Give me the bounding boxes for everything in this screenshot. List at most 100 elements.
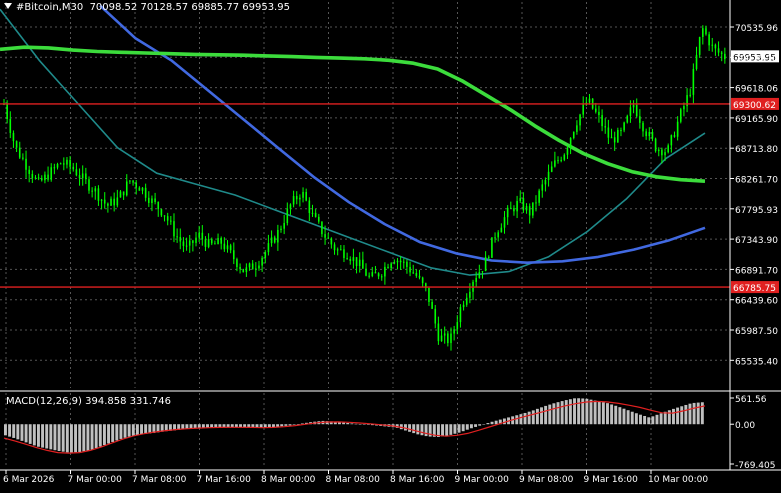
candle-body [18, 147, 21, 158]
macd-bar [593, 400, 597, 425]
chart-header[interactable]: #Bitcoin,M30 70098.52 70128.57 69885.77 … [4, 2, 290, 13]
candle-body [34, 177, 37, 179]
candle-body [289, 204, 292, 209]
macd-bar [573, 398, 576, 425]
macd-bar [98, 424, 102, 447]
candle-body [201, 232, 204, 240]
price-label: 68713.80 [735, 145, 778, 155]
macd-bar [618, 407, 622, 425]
candle-body [469, 291, 471, 298]
macd-bar [540, 407, 543, 425]
macd-bar [449, 424, 453, 435]
candle-body [673, 135, 676, 137]
macd-bar [135, 424, 139, 436]
candle-body [251, 263, 254, 270]
macd-bar [94, 424, 98, 449]
candle-body [182, 241, 185, 246]
macd-bar [90, 424, 94, 450]
macd-bar [350, 423, 354, 425]
candle-body [465, 297, 468, 305]
candle-body [380, 276, 383, 278]
candle-body [25, 158, 27, 170]
macd-bar [589, 399, 593, 425]
candle-body [88, 179, 90, 191]
macd-bar [531, 410, 535, 425]
candle-body [321, 221, 323, 235]
candle-body [31, 173, 34, 179]
macd-bar [284, 424, 288, 426]
macd-bar [115, 424, 119, 441]
macd-bar [49, 424, 53, 450]
time-label: 8 Mar 00:00 [261, 475, 316, 485]
candle-body [484, 256, 487, 272]
candle-body [519, 198, 522, 201]
candle-body [346, 258, 348, 260]
candle-body [220, 238, 222, 244]
macd-bar [412, 424, 416, 434]
price-label: 65535.40 [735, 357, 778, 367]
candle-body [415, 272, 418, 276]
candle-body [100, 199, 103, 201]
candle-body [510, 207, 512, 209]
price-chart[interactable]: 69300.6266785.7569953.95 70535.9670070.1… [0, 0, 781, 489]
macd-bar [4, 424, 7, 436]
candle-body [598, 111, 600, 116]
macd-bar [111, 424, 115, 442]
price-label: 69165.90 [735, 115, 778, 125]
price-label: 65987.50 [735, 327, 778, 337]
candle-body [122, 191, 125, 196]
candle-body [223, 243, 226, 250]
candle-body [503, 217, 506, 228]
macd-bar [461, 424, 465, 432]
macd-bar [651, 416, 655, 425]
candle-body [459, 307, 462, 323]
macd-bar [486, 423, 490, 425]
macd-bar [445, 424, 449, 436]
candle-body [151, 198, 153, 203]
macd-bar [622, 408, 626, 425]
symbol-label: #Bitcoin,M30 [16, 2, 84, 13]
candle-body [645, 131, 647, 137]
macd-bar [140, 424, 143, 435]
candle-body [295, 196, 298, 200]
candle-body [544, 180, 547, 185]
candle-body [670, 135, 673, 146]
macd-bar [107, 424, 111, 444]
candle-body [487, 256, 490, 258]
macd-bar [523, 412, 527, 425]
candle-body [657, 149, 660, 152]
candle-body [371, 272, 374, 276]
ohlc-readout: 70098.52 70128.57 69885.77 69953.95 [89, 2, 290, 13]
macd-bar [362, 424, 366, 425]
candle-body [113, 198, 115, 206]
candle-body [720, 52, 723, 54]
macd-bar [474, 424, 478, 427]
price-label: 67343.90 [735, 236, 778, 246]
candle-body [308, 200, 311, 214]
macd-bar [36, 424, 40, 447]
candle-body [702, 28, 704, 37]
candle-body [59, 163, 62, 165]
candle-body [138, 187, 141, 191]
macd-bar [272, 424, 275, 428]
macd-bar [457, 424, 461, 433]
candle-body [355, 257, 358, 267]
chevron-down-icon[interactable] [4, 3, 12, 9]
macd-bar [53, 424, 57, 451]
candle-body [195, 237, 197, 243]
candle-body [107, 203, 109, 206]
macd-bar [144, 424, 148, 434]
candle-body [601, 115, 603, 127]
macd-axis-label: 561.56 [735, 395, 767, 405]
candle-body [311, 212, 314, 214]
macd-bar [197, 424, 201, 428]
candle-body [528, 206, 531, 216]
candle-body [75, 169, 78, 176]
macd-bar [24, 424, 28, 443]
candle-body [661, 149, 663, 156]
candle-body [676, 121, 679, 137]
macd-bar [441, 424, 445, 437]
candle-body [226, 245, 229, 250]
candle-body [362, 259, 364, 269]
candle-body [242, 269, 245, 273]
